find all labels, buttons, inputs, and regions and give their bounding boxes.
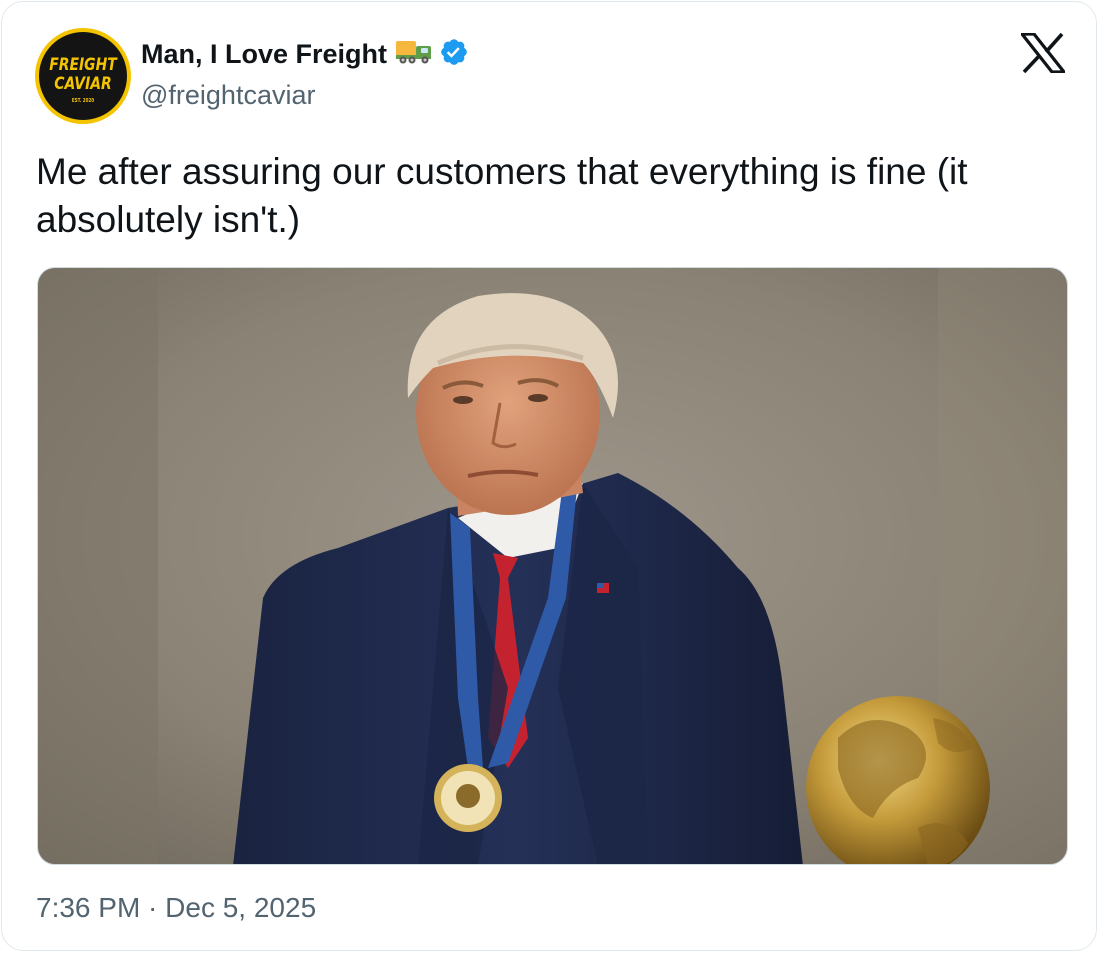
truck-icon [395,38,433,71]
avatar-logo-line3: EST. 2020 [71,98,95,104]
tweet-media-photo[interactable] [37,267,1068,865]
verified-badge-icon [439,37,469,72]
avatar-logo-line1: FREIGHT [49,55,117,75]
author-name-row: Man, I Love Freight [141,36,469,72]
x-logo-icon[interactable] [1018,32,1068,74]
tweet-timestamp[interactable]: 7:36 PM · Dec 5, 2025 [36,892,316,924]
author-handle[interactable]: @freightcaviar [141,80,315,111]
tweet-card: FREIGHT CAVIAR EST. 2020 Man, I Love Fre… [1,1,1097,951]
avatar[interactable]: FREIGHT CAVIAR EST. 2020 [35,28,131,124]
avatar-logo-line2: CAVIAR [54,74,112,94]
avatar-logo: FREIGHT CAVIAR EST. 2020 [39,32,127,120]
tweet-text: Me after assuring our customers that eve… [36,151,968,240]
author-display-name[interactable]: Man, I Love Freight [141,39,387,70]
